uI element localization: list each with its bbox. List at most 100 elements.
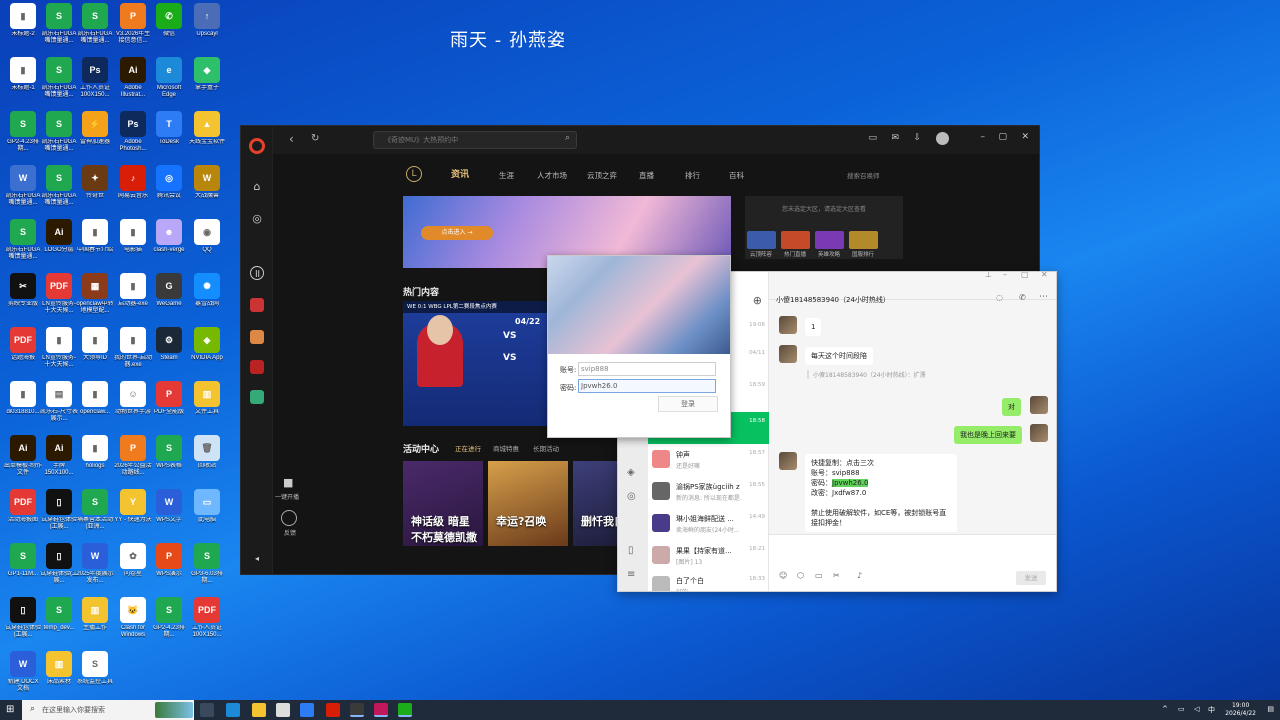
minimize-icon[interactable]: – bbox=[1003, 272, 1007, 279]
netease-music-icon[interactable] bbox=[326, 703, 340, 717]
collapse-icon[interactable]: ◂ bbox=[250, 552, 264, 566]
desktop-icon[interactable]: T ToDesk bbox=[150, 111, 188, 153]
desktop-icon[interactable]: S WPS表格 bbox=[150, 435, 188, 477]
notepad-icon[interactable] bbox=[276, 703, 290, 717]
enter-button[interactable]: 点击进入 → bbox=[421, 226, 493, 240]
camera-icon[interactable]: ■ bbox=[283, 476, 293, 489]
go-live-label[interactable]: 一键开播 bbox=[275, 492, 299, 501]
folder-icon[interactable]: ▭ bbox=[815, 571, 823, 580]
desktop-icon[interactable]: ▮ holiogs bbox=[76, 435, 114, 477]
nav-talent[interactable]: 人才市场 bbox=[537, 170, 567, 181]
maximize-icon[interactable]: ▢ bbox=[1021, 272, 1029, 279]
desktop-icon[interactable]: S 系统监控工具 bbox=[76, 651, 114, 693]
desktop-icon[interactable]: ▮ 未标题-1 bbox=[4, 57, 42, 99]
guide-tile[interactable] bbox=[815, 231, 844, 249]
contact-avatar[interactable] bbox=[779, 345, 797, 363]
nav-tft[interactable]: 云顶之弈 bbox=[587, 170, 617, 181]
desktop-icon[interactable]: G WeGame bbox=[150, 273, 188, 315]
desktop-icon[interactable]: ✆ 微信 bbox=[150, 3, 188, 45]
message-input-area[interactable]: ☺ ⬡ ▭ ✂ ♪ 发送 bbox=[769, 534, 1056, 591]
wegame-icon[interactable] bbox=[350, 703, 364, 717]
password-field[interactable]: Jpvwh26.0 bbox=[578, 379, 716, 393]
tab-longterm[interactable]: 长期活动 bbox=[533, 443, 559, 453]
desktop-icon[interactable]: ◆ 掌手盒子 bbox=[188, 57, 226, 99]
mail-icon[interactable]: ✉ bbox=[891, 133, 899, 143]
desktop-icon[interactable]: ✂ 剪映专业版 bbox=[4, 273, 42, 315]
desktop-icon[interactable]: W 凯乐石FUGA嘴馈量通... bbox=[4, 165, 42, 207]
desktop-icon[interactable]: ⚡ 雷神加速器 bbox=[76, 111, 114, 153]
desktop-icon[interactable]: S GP3-6.03排期... bbox=[188, 543, 226, 585]
chat-list-item[interactable]: 果果【持家有道... [图片] 13 18:21 bbox=[648, 540, 769, 572]
desktop-icon[interactable]: P V3.2026年生接信意信... bbox=[114, 3, 152, 45]
add-icon[interactable]: ⊕ bbox=[753, 294, 762, 307]
desktop-icon[interactable]: ▮ 大领导ID bbox=[76, 327, 114, 369]
desktop-icon[interactable]: P 2026年公益活动路线... bbox=[114, 435, 152, 477]
microphone-icon[interactable]: ♪ bbox=[857, 571, 862, 580]
chat-list-item[interactable]: 白了个白好的 18:33 bbox=[648, 570, 769, 591]
desktop-icon[interactable]: ◉ QQ bbox=[188, 219, 226, 261]
minimize-icon[interactable]: – bbox=[981, 132, 986, 142]
desktop-icon[interactable]: S 凯乐石FUGA嘴馈量通... bbox=[76, 3, 114, 45]
login-button[interactable]: 登录 bbox=[658, 396, 718, 412]
desktop-icon[interactable]: ▯ 试穿鞋包体验(工展... bbox=[40, 489, 78, 531]
scissors-icon[interactable]: ✂ bbox=[833, 571, 840, 580]
desktop-icon[interactable]: ☻ clash-verge bbox=[150, 219, 188, 261]
desktop-icon[interactable]: ⚙ Steam bbox=[150, 327, 188, 369]
desktop-icon[interactable]: Y YY - 快速为沃 bbox=[114, 489, 152, 531]
desktop-icon[interactable]: ▦ openclaw中转地模型配... bbox=[76, 273, 114, 315]
more-icon[interactable]: ⋯ bbox=[1039, 292, 1048, 302]
chat-list-item[interactable]: 琳小姐海鲜配送 ... 卖海鲜的朋友(24小时... 14:49 bbox=[648, 508, 769, 540]
phone-icon[interactable]: ▯ bbox=[628, 545, 634, 556]
store-icon[interactable]: ⌂ bbox=[250, 180, 264, 194]
tab-mall[interactable]: 商城特惠 bbox=[493, 443, 519, 453]
edge-icon[interactable] bbox=[226, 703, 240, 717]
desktop-icon[interactable]: ▮ 启动器-exe bbox=[114, 273, 152, 315]
desktop-icon[interactable]: ♪ 网易云音乐 bbox=[114, 165, 152, 207]
tft-tile[interactable] bbox=[747, 231, 776, 249]
nav-news[interactable]: 资讯 bbox=[451, 167, 469, 180]
desktop-icon[interactable]: Ai 手牌150X100... bbox=[40, 435, 78, 477]
desktop-icon[interactable]: ✺ 暴雪战网 bbox=[188, 273, 226, 315]
summoner-search[interactable]: 搜索召唤师 bbox=[847, 170, 880, 180]
desktop-icon[interactable]: ▮ 未标题-2 bbox=[4, 3, 42, 45]
start-icon[interactable]: ⊞ bbox=[6, 704, 14, 715]
desktop-icon[interactable]: ▮ openclaw... bbox=[76, 381, 114, 423]
desktop-icon[interactable]: PDF 话题海报 bbox=[4, 327, 42, 369]
feedback-label[interactable]: 反馈 bbox=[284, 528, 296, 537]
account-field[interactable]: svip888 bbox=[578, 362, 716, 376]
desktop-icon[interactable]: S 凯乐石FUGA嘴馈量通... bbox=[40, 111, 78, 153]
back-icon[interactable]: ‹ bbox=[289, 132, 294, 146]
desktop-icon[interactable]: P WPS演示 bbox=[150, 543, 188, 585]
desktop-icon[interactable]: S 埔寨营本活动(亚洲... bbox=[76, 489, 114, 531]
desktop-icon[interactable]: 🗑 回收站 bbox=[188, 435, 226, 477]
desktop-icon[interactable]: S 凯乐石FUGA嘴馈量通... bbox=[4, 219, 42, 261]
game-controller-icon[interactable]: ◎ bbox=[250, 212, 264, 226]
wegame-search-input[interactable]: 《奇迹MU》大热预约中 bbox=[373, 131, 577, 149]
nav-career[interactable]: 生涯 bbox=[499, 170, 514, 181]
discover-icon[interactable]: ◈ bbox=[627, 467, 635, 478]
close-icon[interactable]: ✕ bbox=[1041, 272, 1048, 279]
desktop-icon[interactable]: ◎ 腾讯会议 bbox=[150, 165, 188, 207]
desktop-icon[interactable]: ▲ 天线宝宝软件 bbox=[188, 111, 226, 153]
rank-tile[interactable] bbox=[849, 231, 878, 249]
desktop-icon[interactable]: ▮ 中国春节介绍 bbox=[76, 219, 114, 261]
nav-live[interactable]: 直播 bbox=[639, 170, 654, 181]
avatar[interactable] bbox=[936, 132, 949, 145]
chat-list-item[interactable]: 钟声 还是好嘛 18:57 bbox=[648, 444, 769, 476]
desktop-icon[interactable]: Ps 工作人员证100X150... bbox=[76, 57, 114, 99]
desktop-icon[interactable]: W 2025年度展示发布... bbox=[76, 543, 114, 585]
desktop-icon[interactable]: ▮ 我的世界-启动器.exe bbox=[114, 327, 152, 369]
game-shortcut-icon[interactable] bbox=[250, 390, 264, 404]
desktop-icon[interactable]: Stemp_dev... bbox=[40, 597, 78, 639]
menu-icon[interactable]: ≡ bbox=[627, 569, 635, 580]
maximize-icon[interactable]: ▢ bbox=[998, 132, 1007, 142]
nav-rank[interactable]: 排行 bbox=[685, 170, 700, 181]
desktop-icon[interactable]: ▮ di0318810... bbox=[4, 381, 42, 423]
running-app-icon[interactable] bbox=[374, 703, 388, 717]
desktop-icon[interactable]: ▯ 试穿鞋包体验(工展... bbox=[4, 597, 42, 639]
desktop-icon[interactable]: ▥ 床品素材 bbox=[40, 651, 78, 693]
feedback-icon[interactable] bbox=[281, 510, 297, 526]
nav-wiki[interactable]: 百科 bbox=[729, 170, 744, 181]
desktop-icon[interactable]: W 大战魔兽 bbox=[188, 165, 226, 207]
desktop-icon[interactable]: S 凯乐石FUGA嘴馈量通... bbox=[40, 3, 78, 45]
